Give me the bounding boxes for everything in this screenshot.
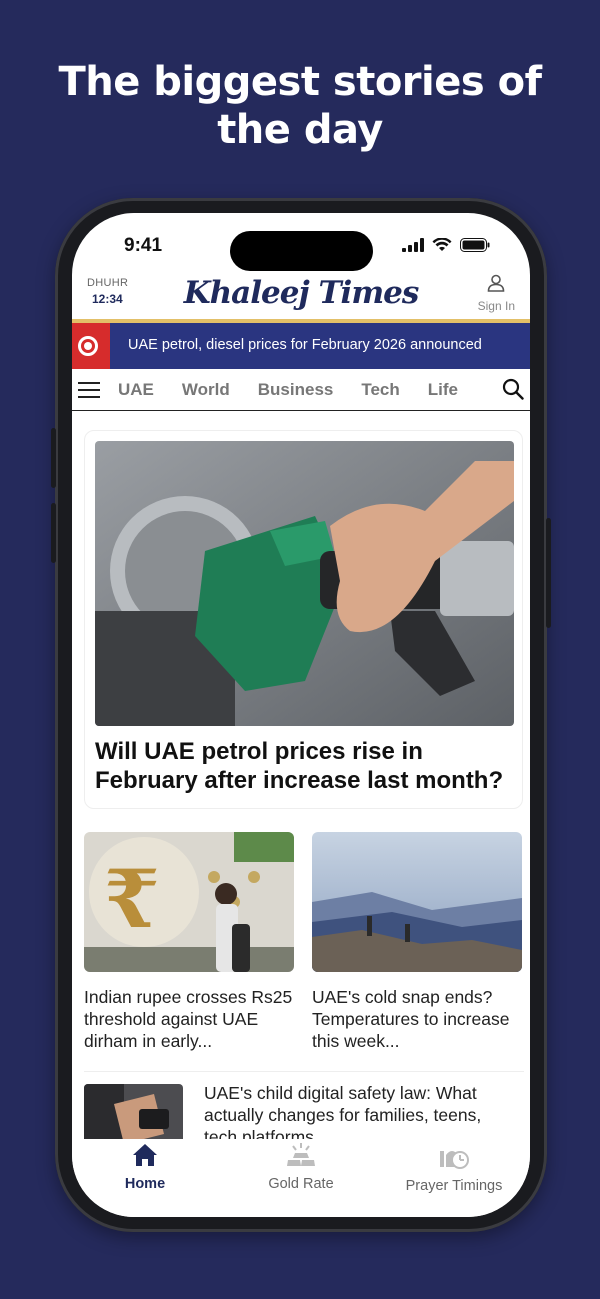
volume-up-button — [51, 428, 56, 488]
tab-prayer-timings[interactable]: Prayer Timings — [398, 1143, 510, 1194]
breaking-news-bar[interactable]: UAE petrol, diesel prices for February 2… — [72, 319, 530, 369]
main-story-image — [95, 441, 514, 726]
bottom-tab-bar: Home Gold Rate Prayer Timings — [72, 1139, 530, 1217]
tab-home[interactable]: Home — [122, 1143, 168, 1192]
signal-icon — [402, 238, 424, 252]
power-button — [546, 518, 551, 628]
status-icons — [402, 238, 490, 252]
news-feed[interactable]: Will UAE petrol prices rise in February … — [72, 411, 530, 1139]
main-story-card[interactable]: Will UAE petrol prices rise in February … — [84, 430, 523, 809]
promo-headline-line2: the day — [217, 107, 383, 153]
live-dot-icon — [84, 342, 92, 350]
prayer-clock-icon — [440, 1151, 469, 1169]
status-time: 9:41 — [124, 235, 163, 256]
tab-home-label: Home — [124, 1176, 166, 1192]
menu-icon[interactable] — [78, 381, 100, 398]
tab-gold-rate-label: Gold Rate — [268, 1176, 334, 1192]
story-row-safety-law[interactable]: UAE's child digital safety law: What act… — [84, 1071, 524, 1139]
volume-down-button — [51, 503, 56, 563]
breaking-badge — [72, 323, 110, 369]
phone-screen: 9:41 DHUHR 12:34 Khaleej Times Sign In U… — [72, 213, 530, 1217]
sign-in-button[interactable]: Sign In — [478, 274, 515, 313]
rupee-story-image: ₹ — [84, 832, 294, 972]
battery-icon — [460, 238, 490, 252]
nav-item-world[interactable]: World — [182, 380, 230, 400]
section-nav: UAE World Business Tech Life — [72, 369, 530, 411]
phone-frame: 9:41 DHUHR 12:34 Khaleej Times Sign In U… — [51, 198, 551, 1232]
home-icon — [133, 1144, 157, 1166]
story-card-weather[interactable]: UAE's cold snap ends? Temperatures to in… — [312, 832, 522, 1052]
safety-law-story-title: UAE's child digital safety law: What act… — [204, 1083, 482, 1139]
dynamic-island — [230, 231, 373, 271]
safety-law-story-image — [84, 1084, 183, 1139]
nav-item-tech[interactable]: Tech — [361, 380, 399, 400]
khaleej-times-logo[interactable]: Khaleej Times — [72, 275, 530, 311]
breaking-news-text: UAE petrol, diesel prices for February 2… — [128, 337, 482, 353]
weather-story-image — [312, 832, 522, 972]
nav-item-life[interactable]: Life — [428, 380, 458, 400]
rupee-story-title: Indian rupee crosses Rs25 threshold agai… — [84, 987, 293, 1051]
weather-story-title: UAE's cold snap ends? Temperatures to in… — [312, 987, 510, 1051]
tab-prayer-timings-label: Prayer Timings — [405, 1178, 503, 1194]
story-card-rupee[interactable]: ₹ Indian rupee crosses Rs25 threshold ag… — [84, 832, 294, 1052]
tab-gold-rate[interactable]: Gold Rate — [262, 1143, 340, 1192]
svg-text:₹: ₹ — [104, 852, 160, 946]
main-story-title: Will UAE petrol prices rise in February … — [95, 738, 504, 794]
sign-in-label: Sign In — [477, 299, 515, 313]
search-icon[interactable] — [502, 378, 524, 400]
wifi-icon — [432, 238, 452, 251]
gold-bars-icon — [287, 1143, 315, 1166]
nav-item-uae[interactable]: UAE — [118, 380, 154, 400]
nav-item-business[interactable]: Business — [258, 380, 334, 400]
promo-headline: The biggest stories of the day — [0, 58, 600, 154]
user-icon — [488, 274, 505, 292]
app-header: DHUHR 12:34 Khaleej Times Sign In — [72, 271, 530, 319]
promo-headline-line1: The biggest stories of — [58, 59, 542, 105]
